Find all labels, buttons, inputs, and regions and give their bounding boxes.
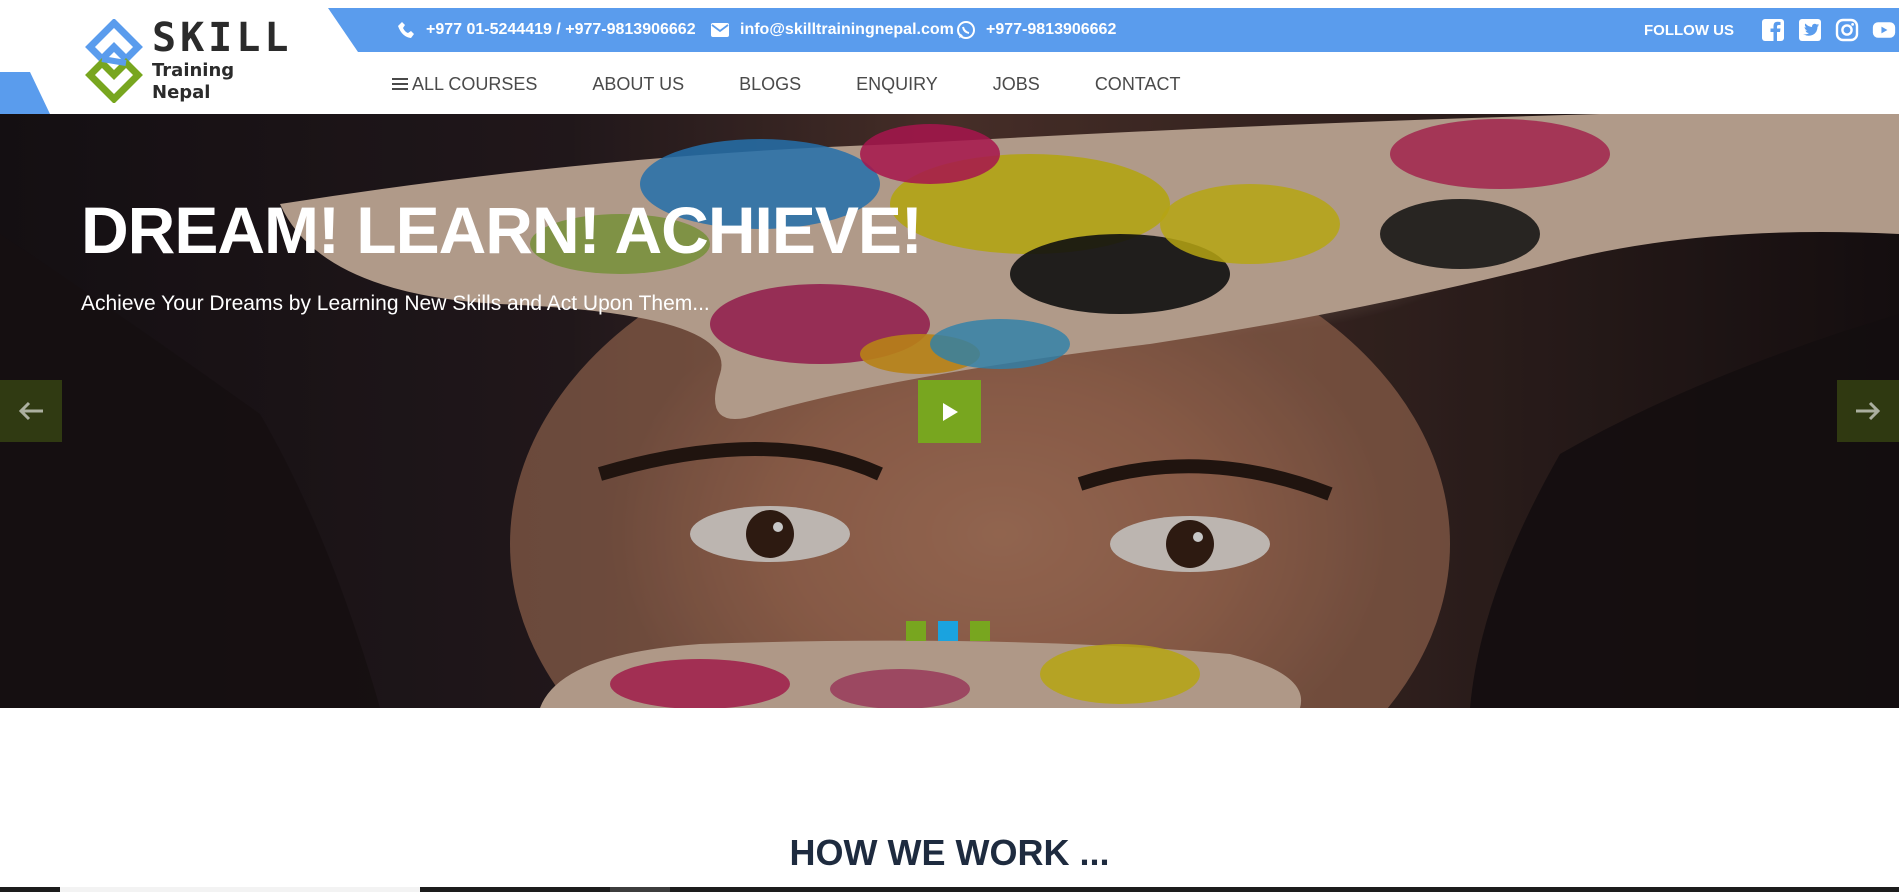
logo-tagline: Training Nepal <box>152 60 235 103</box>
nav-label: ALL COURSES <box>412 73 538 94</box>
slider-dot-3[interactable] <box>970 621 990 641</box>
email-text: info@skilltrainingnepal.com <box>740 21 954 38</box>
bottom-strip-segment <box>610 887 670 892</box>
contact-topbar: +977 01-5244419 / +977-9813906662 info@s… <box>328 8 1899 52</box>
site-header: SKILL Training Nepal +977 01-5244419 / +… <box>0 0 1899 114</box>
how-we-work-heading: HOW WE WORK ... <box>789 832 1110 873</box>
youtube-icon[interactable] <box>1872 18 1896 42</box>
corner-accent <box>0 72 50 114</box>
whatsapp-icon <box>957 21 975 39</box>
email-contact[interactable]: info@skilltrainingnepal.com <box>710 8 954 52</box>
logo-mark-icon <box>85 19 143 103</box>
instagram-icon[interactable] <box>1835 18 1859 42</box>
slider-next-button[interactable] <box>1837 380 1899 442</box>
arrow-left-icon <box>18 401 43 421</box>
nav-about-us[interactable]: ABOUT US <box>592 74 684 95</box>
menu-icon <box>392 76 408 92</box>
social-links: FOLLOW US <box>1644 8 1896 52</box>
main-nav: ALL COURSES ABOUT US BLOGS ENQUIRY JOBS … <box>392 70 1235 98</box>
slider-dot-1[interactable] <box>906 621 926 641</box>
bottom-strip-segment <box>60 887 420 892</box>
play-icon <box>942 402 958 421</box>
slider-dot-2[interactable] <box>938 621 958 641</box>
slider-dots <box>906 621 1002 641</box>
twitter-icon[interactable] <box>1798 18 1822 42</box>
phone-icon <box>398 22 414 38</box>
slider-prev-button[interactable] <box>0 380 62 442</box>
hero-title: DREAM! LEARN! ACHIEVE! <box>81 193 923 267</box>
hero-slider: DREAM! LEARN! ACHIEVE! Achieve Your Drea… <box>0 114 1899 708</box>
facebook-icon[interactable] <box>1761 18 1785 42</box>
nav-jobs[interactable]: JOBS <box>993 74 1040 95</box>
logo-title: SKILL <box>152 15 293 61</box>
envelope-icon <box>711 23 729 37</box>
hero-subtitle: Achieve Your Dreams by Learning New Skil… <box>81 292 710 315</box>
bottom-strip <box>0 887 1899 892</box>
nav-all-courses[interactable]: ALL COURSES <box>392 74 537 95</box>
whatsapp-contact[interactable]: +977-9813906662 <box>956 8 1116 52</box>
site-logo[interactable]: SKILL Training Nepal <box>82 18 292 104</box>
phone-contact[interactable]: +977 01-5244419 / +977-9813906662 <box>396 8 696 52</box>
nav-contact[interactable]: CONTACT <box>1095 74 1181 95</box>
phone-text: +977 01-5244419 / +977-9813906662 <box>426 21 696 38</box>
follow-label: FOLLOW US <box>1644 21 1734 39</box>
video-play-button[interactable] <box>918 380 981 443</box>
whatsapp-text: +977-9813906662 <box>986 21 1117 38</box>
nav-blogs[interactable]: BLOGS <box>739 74 801 95</box>
arrow-right-icon <box>1856 401 1881 421</box>
nav-enquiry[interactable]: ENQUIRY <box>856 74 938 95</box>
